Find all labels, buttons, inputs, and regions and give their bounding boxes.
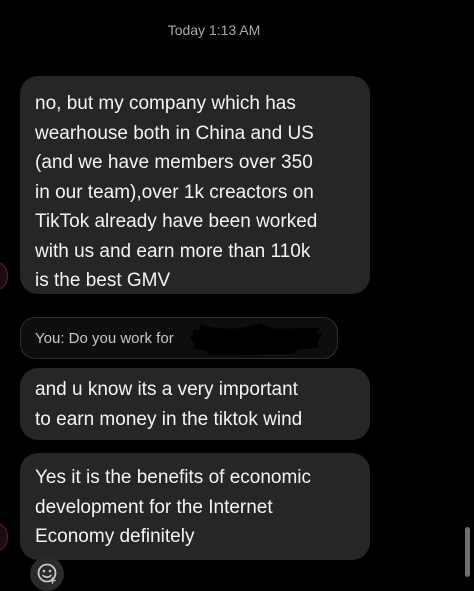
incoming-message-bubble[interactable]: Yes it is the benefits of economic devel… bbox=[20, 453, 370, 560]
message-timestamp: Today 1:13 AM bbox=[167, 22, 261, 38]
scrollbar[interactable] bbox=[465, 527, 470, 577]
sender-avatar[interactable] bbox=[0, 262, 8, 290]
reply-preview-text: You: Do you work for bbox=[35, 329, 174, 347]
redaction-scribble bbox=[190, 323, 322, 355]
sticker-button[interactable] bbox=[30, 557, 64, 591]
sender-avatar[interactable] bbox=[0, 523, 8, 551]
sticker-smiley-icon bbox=[37, 563, 57, 584]
incoming-message-bubble[interactable]: and u know its a very important to earn … bbox=[20, 368, 370, 440]
incoming-message-bubble[interactable]: no, but my company which has wearhouse b… bbox=[20, 76, 370, 294]
